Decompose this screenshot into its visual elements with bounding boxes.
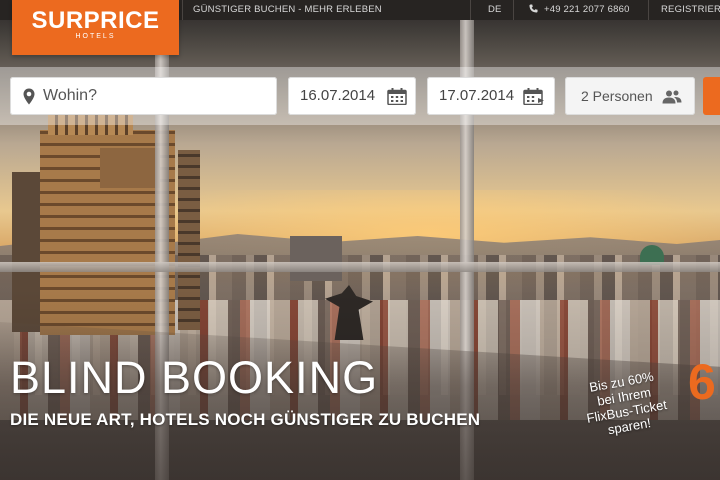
- register-link[interactable]: REGISTRIERI: [661, 0, 720, 20]
- divider: [182, 0, 183, 20]
- search-bar: Wohin? 16.07.2014 17.07.2014 2 Personen: [0, 67, 720, 125]
- promo-number: 6: [688, 354, 716, 410]
- logo-brand: SURPRICE: [31, 7, 160, 34]
- divider: [648, 0, 649, 20]
- destination-input[interactable]: Wohin?: [10, 77, 277, 115]
- destination-placeholder: Wohin?: [43, 87, 97, 104]
- phone-icon: [529, 4, 538, 13]
- phone-text: +49 221 2077 6860: [544, 4, 630, 15]
- divider: [470, 0, 471, 20]
- window-frame: [0, 262, 720, 272]
- logo[interactable]: SURPRICE HOTELS: [12, 0, 179, 55]
- calendar-icon[interactable]: [523, 88, 545, 105]
- search-button[interactable]: [703, 77, 720, 115]
- phone-number: +49 221 2077 6860: [529, 0, 630, 20]
- checkout-date-field[interactable]: 17.07.2014: [427, 77, 555, 115]
- calendar-icon[interactable]: [387, 88, 407, 105]
- checkin-date: 16.07.2014: [300, 87, 376, 104]
- checkout-date: 17.07.2014: [439, 87, 515, 104]
- guests-count: 2 Personen: [581, 88, 653, 104]
- hero-headline: BLIND BOOKING: [10, 352, 379, 403]
- divider: [513, 0, 514, 20]
- hero-subline: DIE NEUE ART, HOTELS NOCH GÜNSTIGER ZU B…: [10, 410, 481, 429]
- map-pin-icon: [23, 88, 35, 105]
- language-selector[interactable]: DE: [488, 0, 502, 20]
- people-icon: [662, 90, 682, 104]
- guests-selector[interactable]: 2 Personen: [565, 77, 695, 115]
- checkin-date-field[interactable]: 16.07.2014: [288, 77, 416, 115]
- tagline-link[interactable]: GÜNSTIGER BUCHEN - MEHR ERLEBEN: [193, 0, 382, 20]
